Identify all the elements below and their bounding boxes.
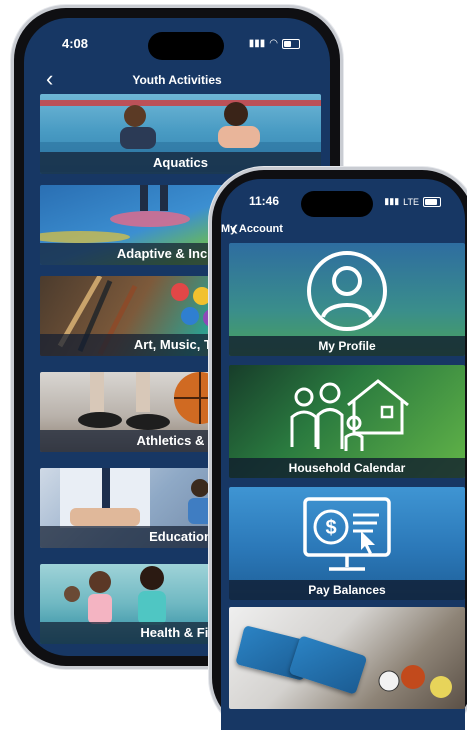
page-title: My Account xyxy=(221,223,283,235)
tile-activity-cards[interactable] xyxy=(229,607,465,709)
tile-label: Pay Balances xyxy=(229,580,465,600)
wifi-icon: ◠ xyxy=(269,38,278,49)
payment-screen-icon: $ xyxy=(303,497,391,571)
tile-my-profile[interactable]: My Profile xyxy=(229,243,465,356)
status-icons: ▮▮▮ ◠ xyxy=(249,38,300,49)
dynamic-island xyxy=(148,32,224,60)
battery-icon xyxy=(282,38,300,49)
status-icons: ▮▮▮ LTE xyxy=(384,196,441,207)
status-time: 11:46 xyxy=(249,194,280,208)
signal-icon: ▮▮▮ xyxy=(248,38,266,49)
svg-text:$: $ xyxy=(325,517,336,539)
tile-household-calendar[interactable]: Household Calendar xyxy=(229,365,465,478)
battery-icon xyxy=(423,196,441,207)
tile-pay-balances[interactable]: $ Pay Balances xyxy=(229,487,465,600)
dynamic-island xyxy=(301,191,373,217)
tile-label: Household Calendar xyxy=(229,458,465,478)
network-label: LTE xyxy=(403,196,419,207)
my-account-screen: 11:46 ▮▮▮ LTE ‹ My Account My Profile Ho… xyxy=(221,179,465,730)
signal-icon: ▮▮▮ xyxy=(384,196,400,206)
family-house-icon xyxy=(290,379,409,451)
phone-my-account: 11:46 ▮▮▮ LTE ‹ My Account My Profile Ho… xyxy=(212,170,467,730)
tile-label: My Profile xyxy=(229,336,465,356)
status-time: 4:08 xyxy=(62,36,89,51)
tile-aquatics[interactable]: Aquatics xyxy=(40,94,321,174)
user-profile-icon xyxy=(307,251,387,331)
sports-balls-photo xyxy=(378,665,452,698)
page-title: Youth Activities xyxy=(132,73,222,87)
